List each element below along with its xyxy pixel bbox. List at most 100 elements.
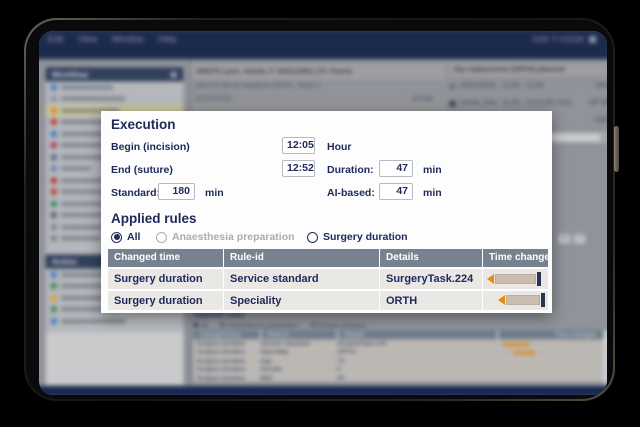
cell-rule-id: Gender	[260, 365, 283, 374]
app-titlebar: Edit View Window Help SAE T-V1026	[39, 31, 607, 60]
sidebar-item-label-blur	[60, 85, 114, 90]
radio-all-label: All	[127, 231, 141, 243]
menu-item[interactable]: View	[78, 34, 98, 44]
cell-details: 40	[337, 374, 345, 382]
table-row[interactable]: Surgery duration Service standard Surger…	[108, 267, 548, 289]
table-header-row: Changed time Rule-id Details Time change…	[108, 249, 548, 267]
cell-details: ORTH	[379, 290, 482, 310]
execution-dialog: Execution Begin (incision) 12:05 Hour En…	[101, 111, 552, 313]
sidebar-item-icon	[50, 212, 57, 219]
sidebar-item-icon	[50, 130, 57, 137]
sidebar-item-icon	[50, 95, 57, 102]
schedule-panel-header: Hip replacement (ORTH) planned	[449, 63, 607, 77]
sidebar-item-icon	[50, 294, 57, 301]
time-changed-bar	[513, 351, 536, 356]
screenshot-stage: Edit View Window Help SAE T-V1026 Workflow	[0, 0, 640, 427]
bg-radio-label: Surgery duration	[317, 322, 367, 330]
mini-controls: ✕ —	[558, 234, 586, 244]
orange-arrow-icon	[487, 273, 494, 284]
minimize-icon[interactable]: —	[573, 234, 586, 244]
titlebar-user-area: SAE T-V1026	[532, 34, 597, 44]
close-icon[interactable]: ✕	[558, 234, 570, 244]
begin-incision-label: Begin (incision)	[111, 141, 190, 153]
sidebar-item[interactable]	[46, 93, 184, 105]
time-marker	[541, 293, 545, 308]
execution-title: Execution	[111, 117, 176, 132]
patient-subline: 000123 Me for inpatient ORTH - Ward 1	[195, 82, 321, 90]
table-row[interactable]: Surgery duration Speciality ORTH	[108, 288, 548, 310]
bg-radio-option[interactable]: All	[193, 322, 208, 330]
cell-changed-time: Surgery duration	[196, 340, 246, 348]
bg-radio-label: All	[200, 322, 208, 330]
ai-based-label: AI-based:	[327, 187, 375, 199]
radio-icon	[220, 322, 226, 328]
table-row[interactable]: Surgery duration Speciality ORTH	[193, 347, 607, 357]
sidebar-item-icon	[50, 154, 57, 161]
radio-icon	[193, 322, 199, 328]
schedule-row[interactable]: 03/01/2023 12:05 - 12:52 OR1	[449, 77, 607, 94]
time-changed-bar	[506, 295, 540, 306]
radio-anaesthesia-preparation[interactable]: Anaesthesia preparation	[156, 231, 295, 243]
sidebar-item-label-blur	[60, 236, 102, 241]
sidebar-item-label-blur	[60, 96, 126, 101]
sidebar-item[interactable]	[46, 81, 184, 93]
sidebar-item-icon	[50, 142, 57, 149]
sidebar-item-label-blur	[60, 319, 126, 324]
cell-changed-time: Surgery duration	[196, 357, 246, 365]
menu-item[interactable]: Edit	[48, 34, 64, 44]
sidebar-item-icon	[50, 223, 57, 230]
search-icon	[600, 134, 607, 142]
patient-date: 02/22/2023 -	[195, 95, 236, 103]
begin-incision-input[interactable]: 12:05	[282, 137, 315, 154]
standard-input[interactable]: 180	[158, 183, 195, 200]
sidebar-item-icon	[50, 119, 57, 126]
info-icon	[170, 70, 178, 78]
cell-changed-time: Surgery duration	[196, 374, 246, 382]
patient-header-bar: 000/75 Lyon, Sarah, F 10/21/1951 (71 Yea…	[191, 63, 446, 80]
hour-label: Hour	[327, 141, 352, 153]
sidebar-item-icon	[50, 165, 57, 172]
sidebar-item-icon	[50, 200, 57, 207]
radio-unselected-icon	[307, 231, 318, 243]
cell-time-changed	[497, 357, 607, 364]
schedule-time: 11:45 - 13:12 (87 min)	[502, 99, 572, 107]
bg-table-header: Changed time Rule-id Details Time change…	[193, 330, 607, 340]
end-suture-input[interactable]: 12:52	[282, 160, 315, 177]
cell-time-changed	[482, 290, 548, 310]
ai-based-input[interactable]: 47	[379, 183, 413, 200]
ai-unit-label: min	[423, 187, 442, 199]
table-row[interactable]: Surgery duration Gender F	[193, 364, 607, 374]
sidebar-item-icon	[50, 283, 57, 290]
bg-rules-radios: All Anaesthesia preparation Surgery durati…	[193, 322, 366, 329]
radio-all[interactable]: All	[111, 231, 140, 243]
cell-rule-id: Speciality	[223, 290, 379, 310]
col-changed-time: Changed time	[114, 252, 181, 263]
applied-rules-table: Changed time Rule-id Details Time change…	[108, 249, 548, 310]
table-row[interactable]: Surgery duration BMI 40	[193, 373, 607, 382]
patient-insurance-label: private	[412, 95, 434, 103]
tablet-side-button	[614, 126, 619, 172]
table-row[interactable]: Surgery duration Service standard SurgeryT…	[193, 339, 607, 348]
schedule-row[interactable]: Kumar, Dan 11:45 - 13:12 (87 min) OP lef…	[449, 95, 607, 112]
cell-rule-id: Age	[260, 357, 272, 365]
bg-radio-option[interactable]: Anaesthesia preparation	[220, 322, 298, 329]
bg-table-scrollbar[interactable]	[603, 330, 607, 384]
menu-item[interactable]: Window	[111, 34, 143, 44]
menu-item[interactable]: Help	[158, 34, 177, 44]
table-row[interactable]: Surgery duration Age 70	[193, 356, 607, 365]
sidebar-group-workflow-header: Workflow	[45, 67, 184, 82]
radio-surgery-duration-label: Surgery duration	[323, 231, 408, 243]
time-changed-bar	[503, 342, 530, 347]
bg-radio-option[interactable]: Surgery duration	[310, 322, 367, 330]
sidebar-group2-title: Action	[51, 257, 77, 267]
cell-rule-id: BMI	[260, 374, 272, 382]
standard-unit-label: min	[205, 187, 224, 199]
sidebar-item-icon	[50, 177, 57, 184]
duration-input[interactable]: 47	[379, 160, 413, 177]
sidebar-item[interactable]	[46, 315, 184, 327]
radio-surgery-duration[interactable]: Surgery duration	[307, 231, 408, 243]
cell-changed-time: Surgery duration	[114, 294, 203, 307]
bg-col-header: Changed time	[199, 331, 241, 339]
schedule-name: Kumar, Dan	[459, 99, 498, 107]
schedule-time: 12:05 - 12:52	[502, 82, 544, 90]
